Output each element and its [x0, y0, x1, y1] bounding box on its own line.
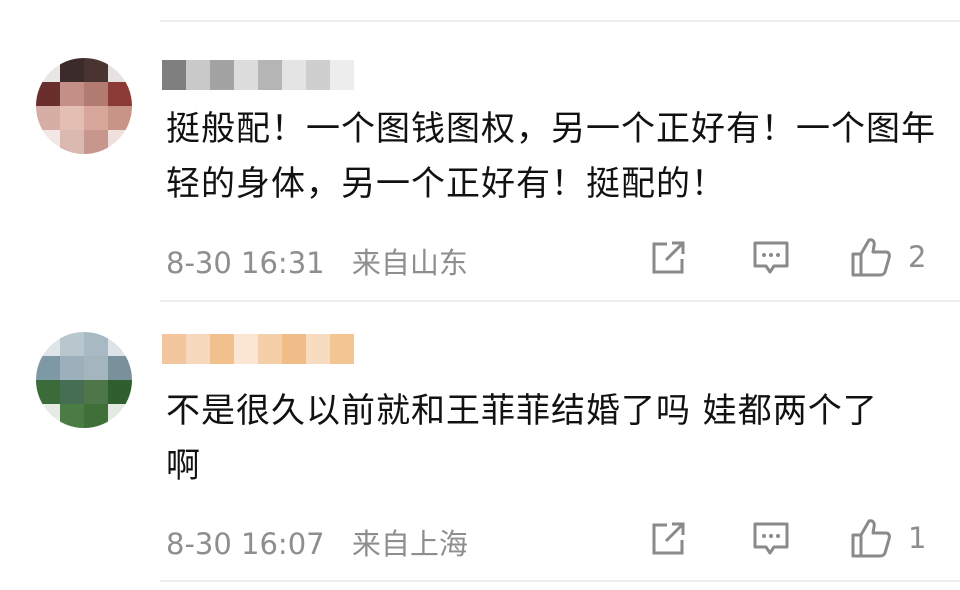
comment-time: 8-30 16:07	[166, 527, 325, 561]
share-icon[interactable]	[650, 240, 688, 276]
comment-divider	[160, 300, 960, 302]
username-pixelated[interactable]	[162, 60, 354, 90]
avatar[interactable]	[36, 58, 132, 154]
share-icon[interactable]	[650, 521, 688, 557]
comment-text: 挺般配！一个图钱图权，另一个正好有！一个图年轻的身体，另一个正好有！挺配的！	[166, 109, 936, 204]
comment-meta: 8-30 16:31 来自山东	[166, 240, 468, 282]
pixelated-avatar-image	[36, 58, 132, 154]
comment-icon[interactable]	[752, 521, 790, 557]
comment-icon[interactable]	[752, 240, 790, 276]
comment-location: 来自上海	[351, 527, 468, 561]
avatar[interactable]	[36, 332, 132, 428]
comment-divider	[160, 580, 960, 582]
pixelated-avatar-image	[36, 332, 132, 428]
top-divider	[160, 20, 960, 22]
like-count: 1	[908, 521, 927, 555]
comment-location: 来自山东	[351, 246, 468, 280]
like-icon[interactable]	[850, 236, 892, 278]
like-icon[interactable]	[850, 517, 892, 559]
comment-time: 8-30 16:31	[166, 246, 325, 280]
like-count: 2	[908, 240, 927, 274]
comment-meta: 8-30 16:07 来自上海	[166, 521, 468, 563]
comment-text: 不是很久以前就和王菲菲结婚了吗 娃都两个了啊	[166, 391, 878, 486]
username-pixelated[interactable]	[162, 334, 354, 364]
